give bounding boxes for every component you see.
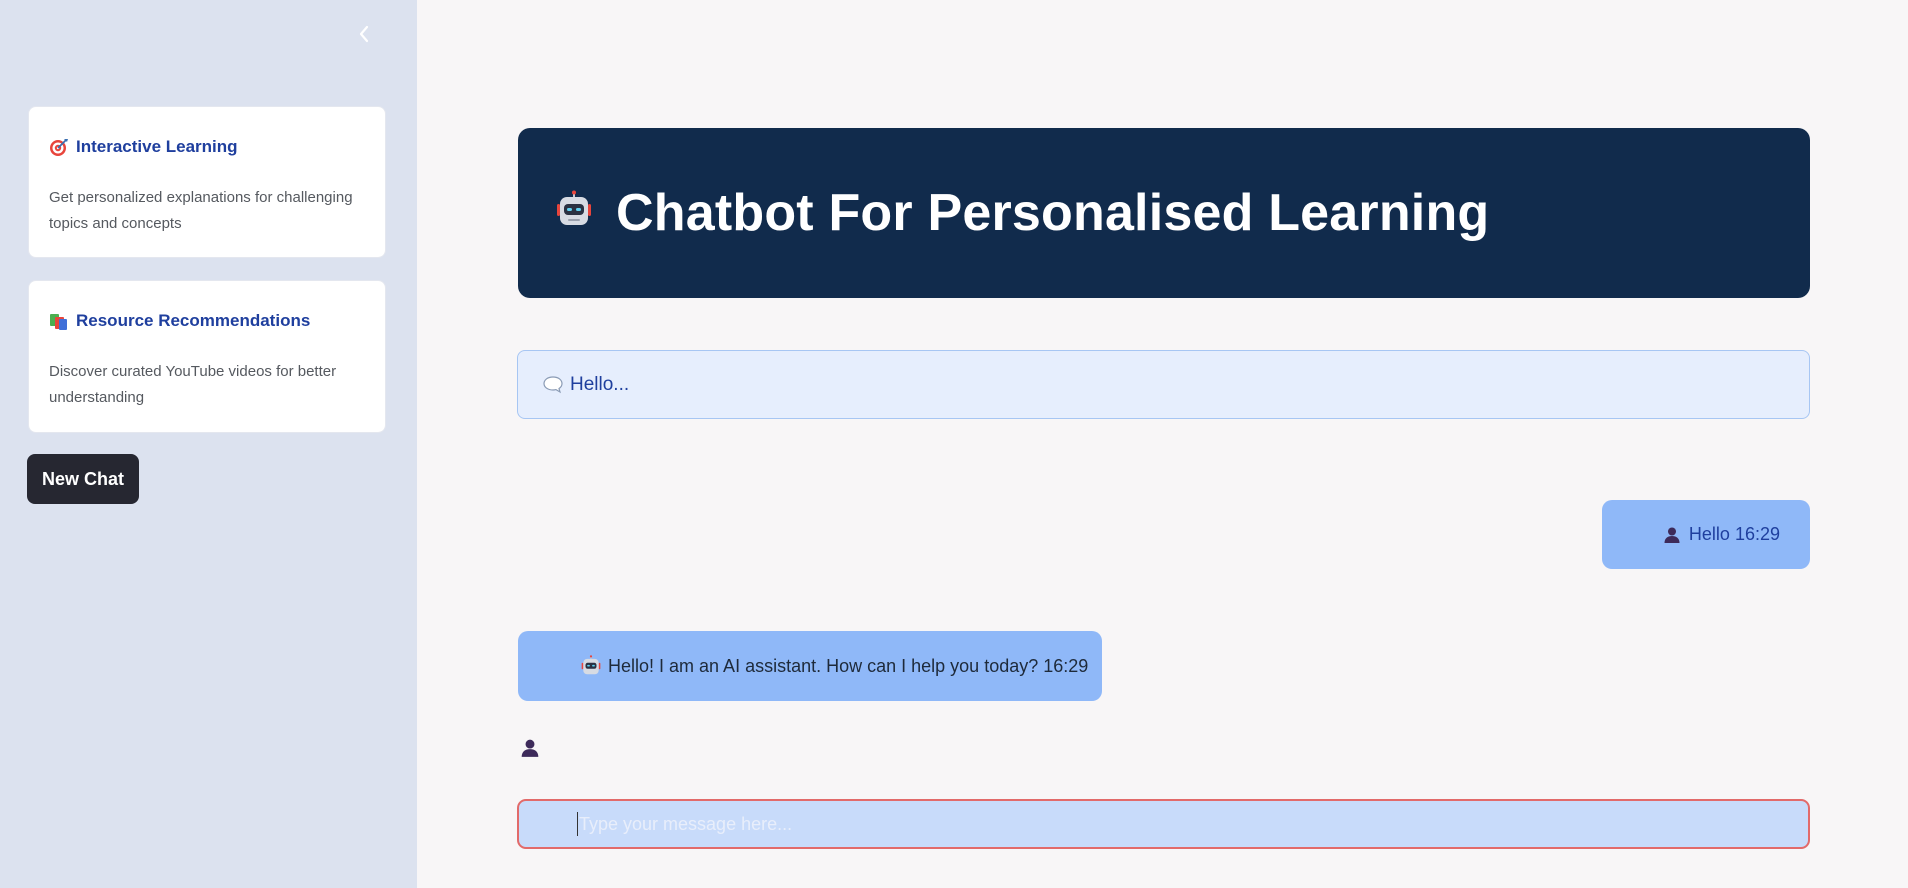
- page-header: Chatbot For Personalised Learning: [518, 128, 1810, 298]
- card-description: Get personalized explanations for challe…: [49, 189, 353, 232]
- feature-card-interactive-learning: Interactive Learning Get personalized ex…: [28, 106, 386, 258]
- chevron-left-icon: [359, 25, 369, 43]
- new-chat-button[interactable]: New Chat: [27, 454, 139, 504]
- speech-bubble-icon: [542, 375, 564, 395]
- card-description: Discover curated YouTube videos for bett…: [49, 363, 337, 406]
- message-input-container: [517, 799, 1810, 849]
- robot-icon: [554, 190, 594, 230]
- card-title: Interactive Learning: [76, 137, 238, 156]
- card-title: Resource Recommendations: [76, 311, 311, 330]
- text-caret: [577, 812, 578, 836]
- feature-card-resource-recommendations: Resource Recommendations Discover curate…: [28, 280, 386, 433]
- page-title: Chatbot For Personalised Learning: [616, 184, 1490, 242]
- message-text: Hello! I am an AI assistant. How can I h…: [608, 655, 1089, 676]
- message-input[interactable]: [577, 812, 1808, 836]
- message-text: Hello 16:29: [1688, 524, 1780, 544]
- books-icon: [49, 311, 69, 331]
- greeting-text: Hello...: [570, 373, 630, 395]
- user-message: Hello 16:29: [1602, 500, 1810, 569]
- robot-icon: [580, 655, 602, 677]
- sidebar: Interactive Learning Get personalized ex…: [0, 0, 417, 888]
- target-icon: [49, 137, 69, 157]
- user-icon: [520, 738, 540, 758]
- greeting-banner: Hello...: [517, 350, 1810, 419]
- assistant-message: Hello! I am an AI assistant. How can I h…: [518, 631, 1102, 701]
- collapse-sidebar-button[interactable]: [352, 20, 376, 48]
- user-icon: [1663, 526, 1681, 544]
